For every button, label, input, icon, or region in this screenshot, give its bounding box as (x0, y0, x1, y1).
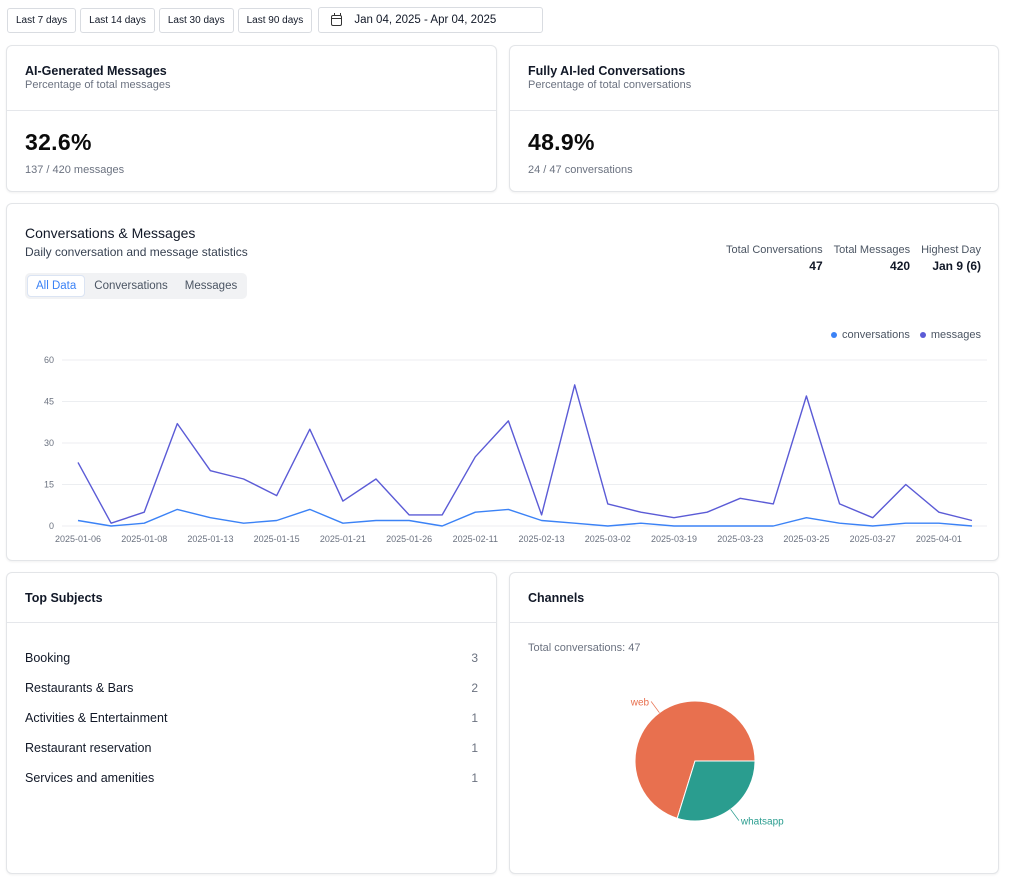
subject-count: 1 (471, 741, 478, 755)
x-tick-label: 2025-04-01 (916, 534, 962, 544)
top-subjects-header: Top Subjects (7, 573, 496, 623)
last-90-days-button[interactable]: Last 90 days (237, 7, 313, 33)
subject-name: Services and amenities (25, 771, 155, 785)
series-line-messages[interactable] (77, 384, 973, 524)
series-line-conversations[interactable] (77, 508, 973, 527)
line-chart: 0 15 30 45 60 2025-01-06 2025-01-08 2025-01-13 2… (44, 355, 987, 544)
y-tick-label: 15 (44, 480, 54, 490)
subject-row: Services and amenities 1 (25, 763, 478, 793)
subject-count: 2 (471, 681, 478, 695)
subject-count: 3 (471, 651, 478, 665)
x-tick-label: 2025-01-13 (187, 534, 233, 544)
x-tick-label: 2025-01-06 (55, 534, 101, 544)
ai-messages-value: 32.6% (25, 129, 92, 155)
subject-count: 1 (471, 711, 478, 725)
date-range-bar: Last 7 days Last 14 days Last 30 days La… (7, 7, 544, 33)
y-tick-label: 30 (44, 438, 54, 448)
x-tick-label: 2025-02-13 (519, 534, 565, 544)
top-subjects-card: Top Subjects Booking 3 Restaurants & Bars 2… (6, 572, 497, 874)
subject-count: 1 (471, 771, 478, 785)
x-tick-label: 2025-03-02 (585, 534, 631, 544)
ai-conversations-card: Fully AI-led Conversations Percentage of… (509, 45, 999, 192)
ai-conversations-detail: 24 / 47 conversations (528, 164, 633, 176)
channels-card: Channels Total conversations: 47 web what… (509, 572, 999, 874)
y-tick-label: 60 (44, 355, 54, 365)
subject-row: Activities & Entertainment 1 (25, 703, 478, 733)
ai-messages-header: AI-Generated Messages Percentage of tota… (7, 46, 496, 111)
subject-row: Booking 3 (25, 643, 478, 673)
ai-messages-title: AI-Generated Messages (25, 64, 167, 78)
x-tick-label: 2025-03-25 (783, 534, 829, 544)
last-7-days-button[interactable]: Last 7 days (7, 7, 77, 33)
x-tick-label: 2025-02-11 (453, 534, 498, 544)
pie-label-line (730, 809, 740, 821)
x-tick-label: 2025-03-27 (850, 534, 896, 544)
x-tick-label: 2025-01-26 (386, 534, 432, 544)
subject-row: Restaurants & Bars 2 (25, 673, 478, 703)
subject-name: Restaurant reservation (25, 741, 152, 755)
x-tick-label: 2025-03-19 (651, 534, 697, 544)
conversations-chart-card: Conversations & Messages Daily conversat… (6, 203, 999, 561)
channels-pie-chart: web whatsapp (630, 697, 784, 828)
ai-messages-subtitle: Percentage of total messages (25, 79, 171, 91)
y-tick-label: 45 (44, 397, 54, 407)
pie-label-line (650, 701, 660, 713)
x-tick-label: 2025-01-08 (121, 534, 167, 544)
subject-name: Activities & Entertainment (25, 711, 168, 725)
top-subjects-title: Top Subjects (25, 591, 103, 605)
x-tick-label: 2025-03-23 (717, 534, 763, 544)
date-range-text: Jan 04, 2025 - Apr 04, 2025 (354, 14, 497, 26)
ai-conversations-title: Fully AI-led Conversations (528, 64, 686, 78)
ai-conversations-value: 48.9% (528, 129, 595, 155)
ai-conversations-subtitle: Percentage of total conversations (528, 79, 692, 91)
ai-messages-card: AI-Generated Messages Percentage of tota… (6, 45, 497, 192)
date-range-picker[interactable]: Jan 04, 2025 - Apr 04, 2025 (318, 7, 544, 33)
ai-conversations-header: Fully AI-led Conversations Percentage of… (510, 46, 998, 111)
x-tick-label: 2025-01-21 (320, 534, 366, 544)
subject-name: Booking (25, 651, 71, 665)
x-tick-label: 2025-01-15 (254, 534, 300, 544)
subject-row: Restaurant reservation 1 (25, 733, 478, 763)
y-tick-label: 0 (49, 521, 54, 531)
last-14-days-button[interactable]: Last 14 days (80, 7, 155, 33)
ai-messages-detail: 137 / 420 messages (25, 164, 125, 176)
top-subjects-list: Booking 3 Restaurants & Bars 2 Activities & … (7, 623, 496, 793)
pie-label: web (630, 697, 650, 708)
last-30-days-button[interactable]: Last 30 days (158, 7, 234, 33)
subject-name: Restaurants & Bars (25, 681, 134, 695)
pie-label: whatsapp (740, 817, 784, 828)
calendar-icon (331, 12, 343, 26)
